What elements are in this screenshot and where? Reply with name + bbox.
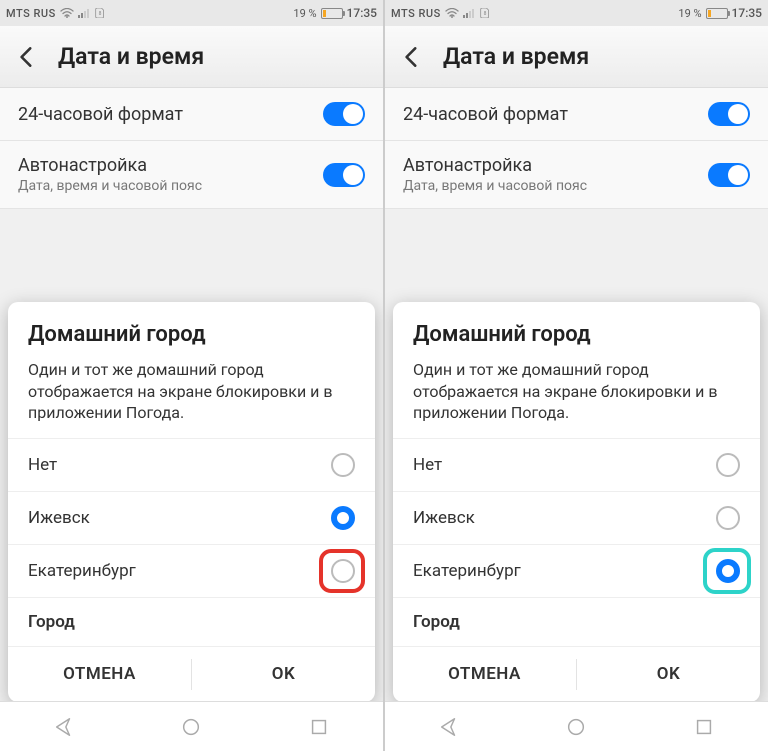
radio-none[interactable]: [331, 453, 355, 477]
option-izhevsk[interactable]: Ижевск: [393, 491, 760, 544]
header: Дата и время: [385, 26, 768, 88]
sim-icon: 8: [94, 8, 106, 18]
nav-home-icon[interactable]: [565, 716, 587, 738]
battery-icon: [706, 8, 728, 19]
back-icon[interactable]: [14, 44, 40, 70]
battery-icon: [321, 8, 343, 19]
setting-auto-label: Автонастройка: [18, 155, 202, 176]
nav-bar: [385, 701, 768, 751]
svg-text:8: 8: [98, 11, 101, 17]
status-bar: MTS RUS 8 19 % 17:35: [385, 0, 768, 26]
battery-percent: 19 %: [293, 7, 316, 20]
setting-auto[interactable]: Автонастройка Дата, время и часовой пояс: [0, 141, 383, 209]
toggle-auto[interactable]: [708, 163, 750, 187]
cancel-button[interactable]: ОТМЕНА: [393, 647, 576, 701]
radio-ekaterinburg[interactable]: [716, 559, 740, 583]
toggle-24h[interactable]: [708, 102, 750, 126]
setting-24h[interactable]: 24-часовой формат: [0, 88, 383, 141]
setting-auto-sub: Дата, время и часовой пояс: [403, 178, 587, 194]
toggle-auto[interactable]: [323, 163, 365, 187]
nav-back-icon[interactable]: [53, 716, 75, 738]
signal-icon: [463, 8, 475, 18]
setting-auto-sub: Дата, время и часовой пояс: [18, 178, 202, 194]
option-none[interactable]: Нет: [393, 438, 760, 491]
svg-text:8: 8: [483, 11, 486, 17]
wifi-icon: [445, 8, 459, 18]
option-izhevsk-label: Ижевск: [413, 508, 475, 528]
nav-recent-icon[interactable]: [308, 716, 330, 738]
home-city-dialog: Домашний город Один и тот же домашний го…: [8, 302, 375, 701]
status-clock: 17:35: [732, 6, 762, 20]
content: 24-часовой формат Автонастройка Дата, вр…: [0, 88, 383, 701]
option-ekaterinburg[interactable]: Екатеринбург: [393, 544, 760, 597]
cancel-button[interactable]: ОТМЕНА: [8, 647, 191, 701]
option-city-label: Город: [28, 612, 75, 632]
nav-recent-icon[interactable]: [693, 716, 715, 738]
home-city-dialog: Домашний город Один и тот же домашний го…: [393, 302, 760, 701]
dialog-description: Один и тот же домашний город отображаетс…: [8, 359, 375, 438]
dialog-title: Домашний город: [8, 322, 375, 359]
option-city-label: Город: [413, 612, 460, 632]
carrier-label: MTS RUS: [6, 7, 56, 20]
phone-left: MTS RUS 8 19 % 17:35 Дата и время 24-час…: [0, 0, 383, 751]
signal-icon: [78, 8, 90, 18]
status-clock: 17:35: [347, 6, 377, 20]
back-icon[interactable]: [399, 44, 425, 70]
setting-24h-label: 24-часовой формат: [18, 104, 183, 125]
page-title: Дата и время: [58, 43, 204, 70]
option-izhevsk-label: Ижевск: [28, 508, 90, 528]
option-ekaterinburg[interactable]: Екатеринбург: [8, 544, 375, 597]
nav-bar: [0, 701, 383, 751]
dialog-actions: ОТМЕНА OK: [393, 646, 760, 701]
option-none[interactable]: Нет: [8, 438, 375, 491]
option-city[interactable]: Город: [393, 597, 760, 646]
option-none-label: Нет: [413, 455, 442, 475]
setting-24h[interactable]: 24-часовой формат: [385, 88, 768, 141]
setting-24h-label: 24-часовой формат: [403, 104, 568, 125]
sim-icon: 8: [479, 8, 491, 18]
content: 24-часовой формат Автонастройка Дата, вр…: [385, 88, 768, 701]
dialog-description: Один и тот же домашний город отображаетс…: [393, 359, 760, 438]
setting-auto[interactable]: Автонастройка Дата, время и часовой пояс: [385, 141, 768, 209]
page-title: Дата и время: [443, 43, 589, 70]
battery-percent: 19 %: [678, 7, 701, 20]
option-ekaterinburg-label: Екатеринбург: [413, 561, 521, 581]
option-izhevsk[interactable]: Ижевск: [8, 491, 375, 544]
radio-none[interactable]: [716, 453, 740, 477]
dialog-actions: ОТМЕНА OK: [8, 646, 375, 701]
header: Дата и время: [0, 26, 383, 88]
carrier-label: MTS RUS: [391, 7, 441, 20]
option-ekaterinburg-label: Екатеринбург: [28, 561, 136, 581]
ok-button[interactable]: OK: [577, 647, 760, 701]
nav-back-icon[interactable]: [438, 716, 460, 738]
ok-button[interactable]: OK: [192, 647, 375, 701]
setting-auto-label: Автонастройка: [403, 155, 587, 176]
toggle-24h[interactable]: [323, 102, 365, 126]
option-none-label: Нет: [28, 455, 57, 475]
nav-home-icon[interactable]: [180, 716, 202, 738]
dialog-title: Домашний город: [393, 322, 760, 359]
status-bar: MTS RUS 8 19 % 17:35: [0, 0, 383, 26]
wifi-icon: [60, 8, 74, 18]
radio-izhevsk[interactable]: [716, 506, 740, 530]
radio-ekaterinburg[interactable]: [331, 559, 355, 583]
radio-izhevsk[interactable]: [331, 506, 355, 530]
phone-right: MTS RUS 8 19 % 17:35 Дата и время 24-час…: [385, 0, 768, 751]
option-city[interactable]: Город: [8, 597, 375, 646]
